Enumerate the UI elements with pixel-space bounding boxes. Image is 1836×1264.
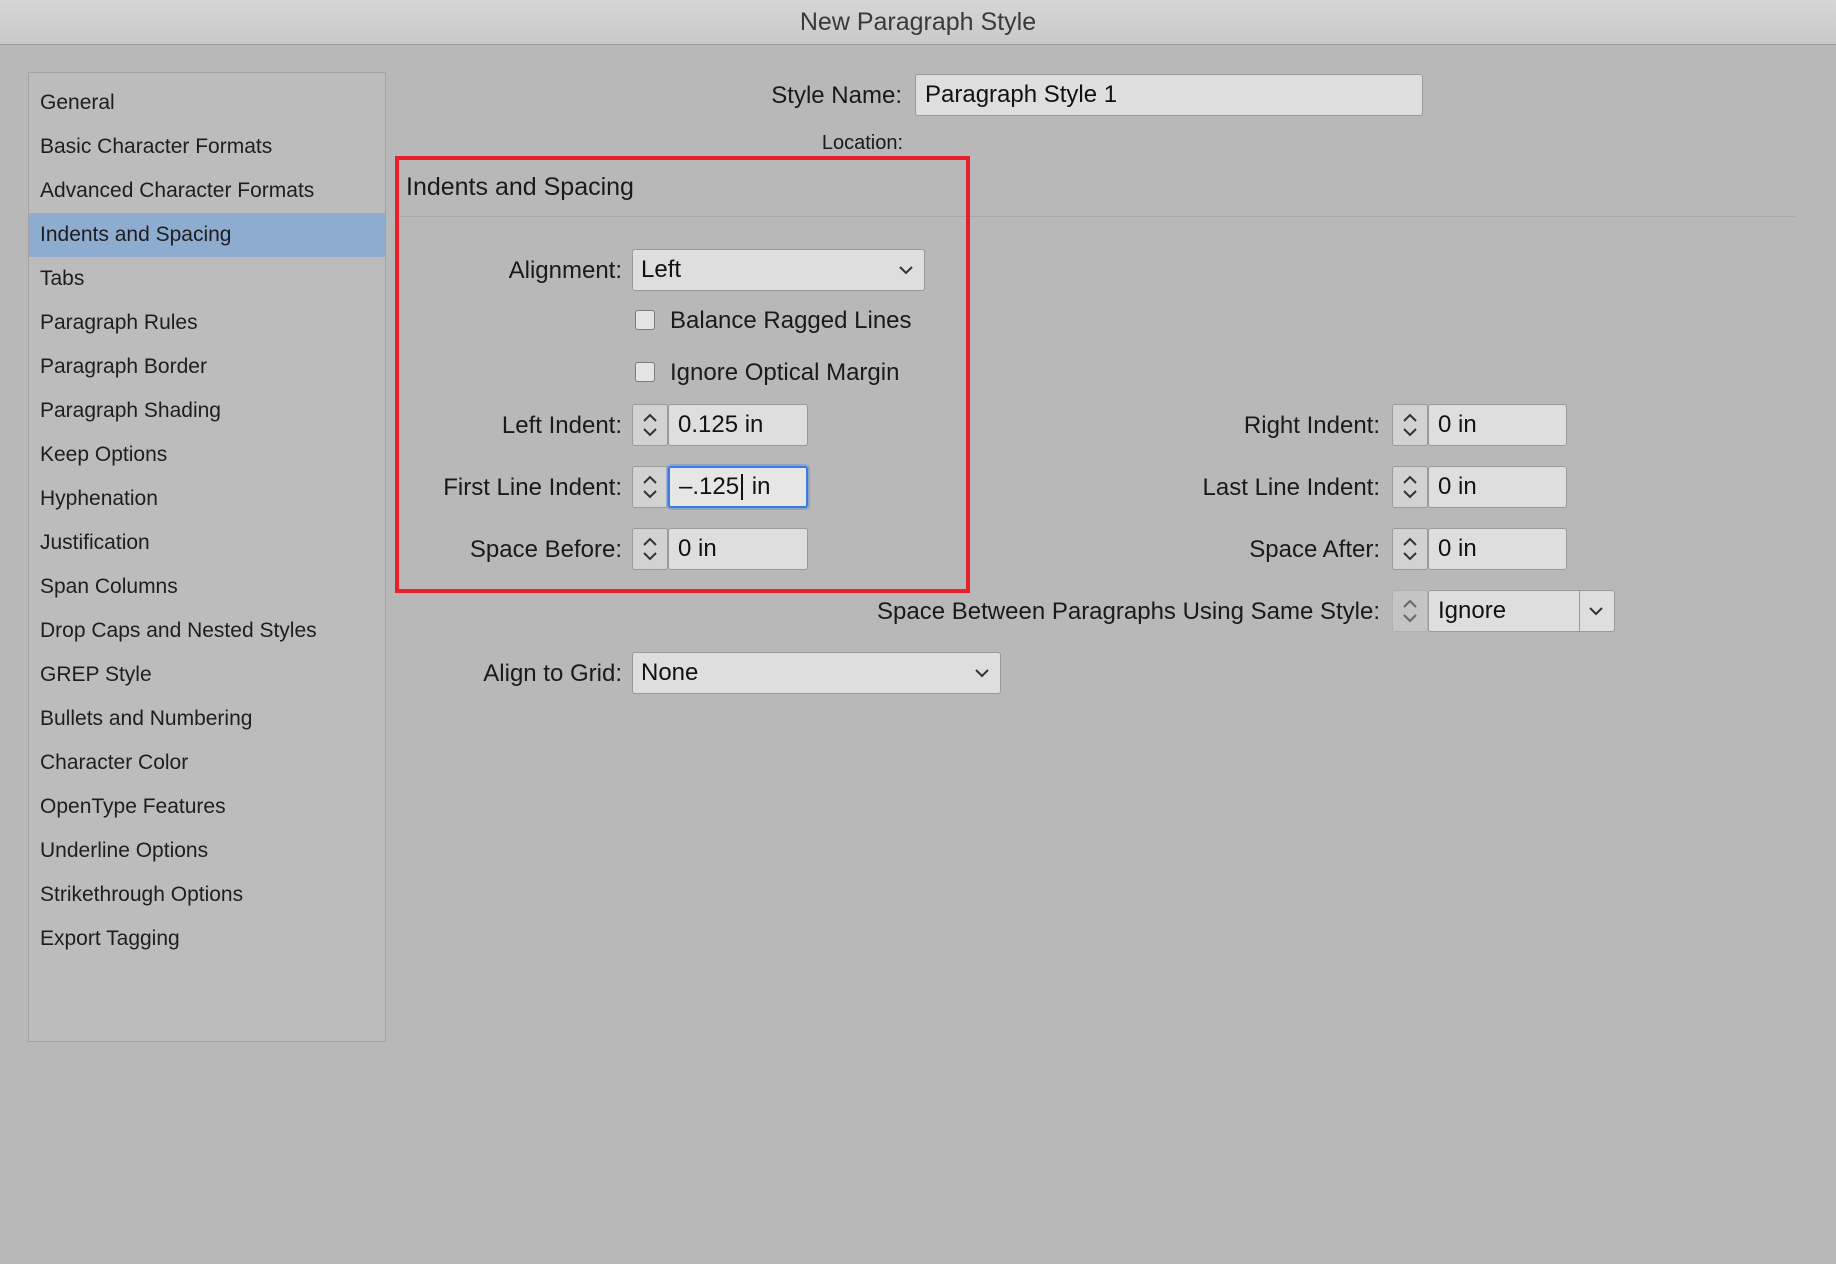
- stepper-arrows-icon: [1403, 537, 1417, 561]
- sidebar-item-drop-caps-and-nested-styles[interactable]: Drop Caps and Nested Styles: [29, 609, 385, 653]
- sidebar-item-grep-style[interactable]: GREP Style: [29, 653, 385, 697]
- style-name-label: Style Name:: [771, 82, 902, 109]
- sidebar-item-strikethrough-options[interactable]: Strikethrough Options: [29, 873, 385, 917]
- stepper-arrows-icon: [1403, 413, 1417, 437]
- space-between-value: Ignore: [1438, 597, 1507, 624]
- align-to-grid-label: Align to Grid:: [483, 660, 622, 687]
- last-line-indent-input[interactable]: 0 in: [1428, 466, 1567, 508]
- sidebar-item-basic-character-formats[interactable]: Basic Character Formats: [29, 125, 385, 169]
- style-name-input[interactable]: Paragraph Style 1: [915, 74, 1423, 116]
- space-between-dropdown-button[interactable]: [1579, 590, 1615, 632]
- sidebar-item-justification[interactable]: Justification: [29, 521, 385, 565]
- sidebar-item-export-tagging[interactable]: Export Tagging: [29, 917, 385, 961]
- last-line-indent-label: Last Line Indent:: [1202, 474, 1380, 501]
- stepper-arrows-icon: [1403, 599, 1417, 623]
- space-between-stepper[interactable]: [1392, 590, 1428, 632]
- space-between-label: Space Between Paragraphs Using Same Styl…: [877, 598, 1380, 625]
- sidebar-item-paragraph-shading[interactable]: Paragraph Shading: [29, 389, 385, 433]
- sidebar-item-span-columns[interactable]: Span Columns: [29, 565, 385, 609]
- chevron-down-icon: [1589, 607, 1603, 616]
- sidebar-item-character-color[interactable]: Character Color: [29, 741, 385, 785]
- last-line-indent-value: 0 in: [1438, 473, 1477, 500]
- sidebar-item-paragraph-rules[interactable]: Paragraph Rules: [29, 301, 385, 345]
- space-after-value: 0 in: [1438, 535, 1477, 562]
- style-name-value: Paragraph Style 1: [925, 81, 1118, 108]
- sidebar-item-underline-options[interactable]: Underline Options: [29, 829, 385, 873]
- space-between-combobox-input[interactable]: Ignore: [1428, 590, 1580, 632]
- last-line-indent-stepper[interactable]: [1392, 466, 1428, 508]
- window-title: New Paragraph Style: [799, 7, 1037, 36]
- align-to-grid-dropdown[interactable]: None: [632, 652, 1001, 694]
- highlight-box: [395, 156, 970, 593]
- window-titlebar: New Paragraph Style: [0, 0, 1836, 45]
- align-to-grid-value: None: [641, 659, 699, 686]
- sidebar-item-opentype-features[interactable]: OpenType Features: [29, 785, 385, 829]
- sidebar-item-bullets-and-numbering[interactable]: Bullets and Numbering: [29, 697, 385, 741]
- right-indent-input[interactable]: 0 in: [1428, 404, 1567, 446]
- right-indent-value: 0 in: [1438, 411, 1477, 438]
- sidebar-item-hyphenation[interactable]: Hyphenation: [29, 477, 385, 521]
- stepper-arrows-icon: [1403, 475, 1417, 499]
- sidebar-item-paragraph-border[interactable]: Paragraph Border: [29, 345, 385, 389]
- location-label: Location:: [821, 132, 903, 154]
- right-indent-stepper[interactable]: [1392, 404, 1428, 446]
- sidebar-item-general[interactable]: General: [29, 81, 385, 125]
- space-after-label: Space After:: [1249, 536, 1380, 563]
- sidebar-item-indents-and-spacing[interactable]: Indents and Spacing: [29, 213, 385, 257]
- space-after-input[interactable]: 0 in: [1428, 528, 1567, 570]
- space-after-stepper[interactable]: [1392, 528, 1428, 570]
- right-indent-label: Right Indent:: [1243, 412, 1380, 439]
- sidebar-item-advanced-character-formats[interactable]: Advanced Character Formats: [29, 169, 385, 213]
- chevron-down-icon: [975, 669, 989, 678]
- category-list: General Basic Character Formats Advanced…: [28, 72, 386, 1042]
- sidebar-item-keep-options[interactable]: Keep Options: [29, 433, 385, 477]
- sidebar-item-tabs[interactable]: Tabs: [29, 257, 385, 301]
